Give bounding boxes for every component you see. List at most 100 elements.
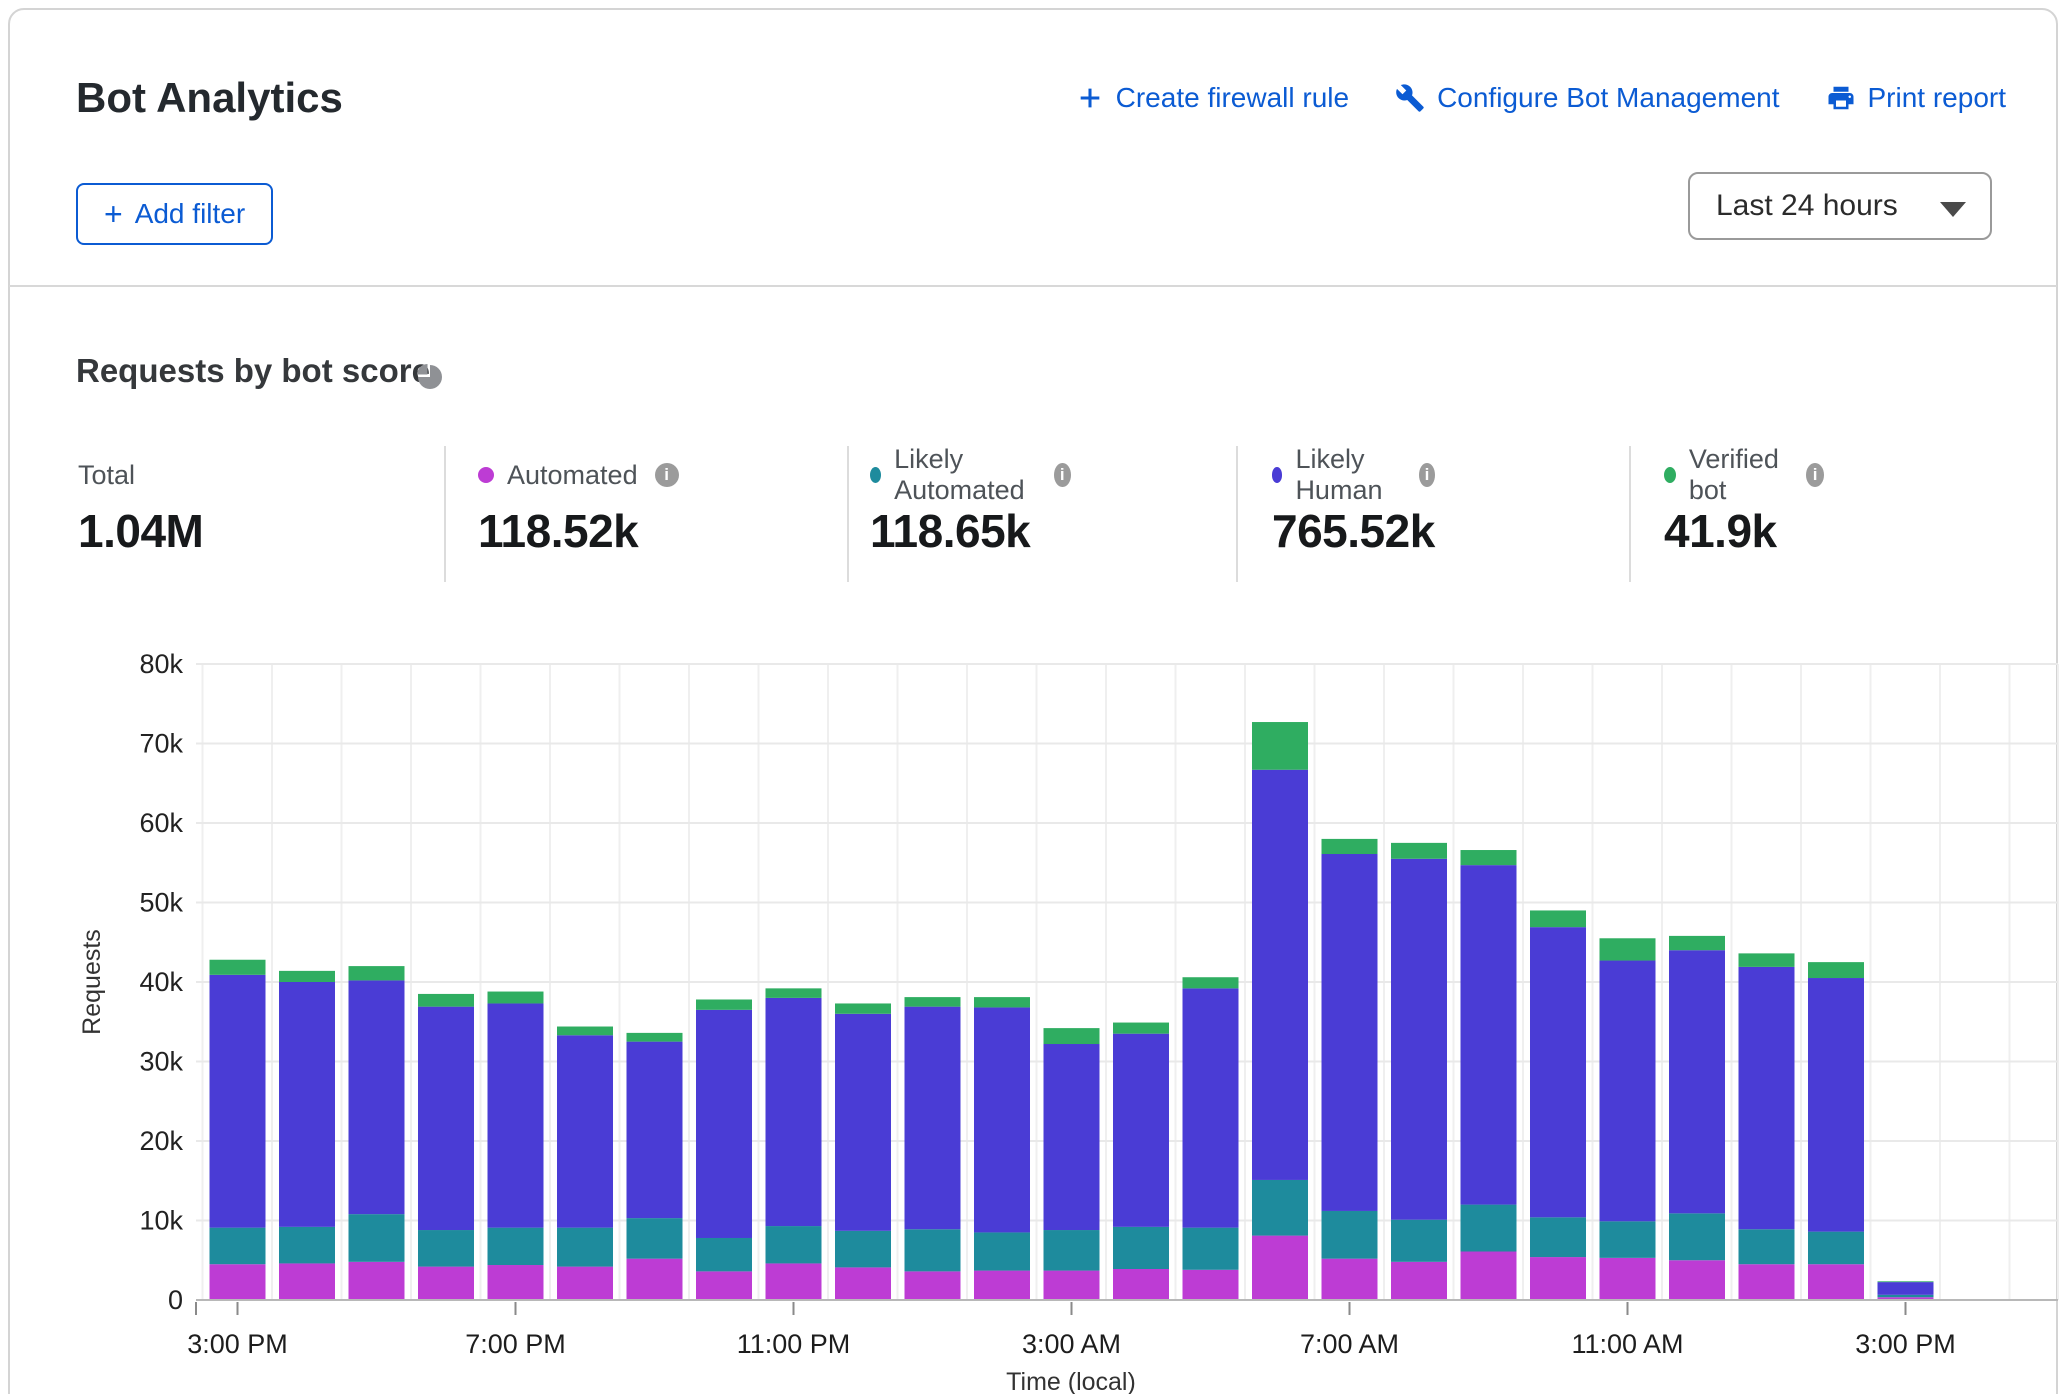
bar-segment-automated[interactable] (1113, 1269, 1169, 1300)
bar-segment-likely-automated[interactable] (488, 1228, 544, 1265)
bar-segment-likely-human[interactable] (1600, 961, 1656, 1222)
bar-segment-verified-bot[interactable] (488, 992, 544, 1004)
bar-segment-verified-bot[interactable] (557, 1027, 613, 1036)
bar-segment-likely-human[interactable] (1044, 1044, 1100, 1230)
bar-segment-likely-human[interactable] (1808, 978, 1864, 1232)
bar-segment-automated[interactable] (418, 1267, 474, 1300)
bar-segment-automated[interactable] (835, 1267, 891, 1300)
bar-segment-likely-automated[interactable] (1669, 1213, 1725, 1260)
bar-segment-likely-automated[interactable] (696, 1238, 752, 1271)
bar-segment-likely-human[interactable] (1113, 1034, 1169, 1227)
bar-segment-automated[interactable] (1391, 1262, 1447, 1300)
bar-segment-likely-automated[interactable] (418, 1230, 474, 1267)
time-range-select[interactable]: Last 24 hours (1688, 172, 1992, 240)
info-icon[interactable]: i (1806, 463, 1824, 487)
bar-segment-likely-human[interactable] (279, 982, 335, 1227)
bar-segment-likely-automated[interactable] (1878, 1295, 1934, 1297)
bar-segment-likely-human[interactable] (349, 980, 405, 1214)
bar-segment-verified-bot[interactable] (1044, 1028, 1100, 1044)
bar-segment-likely-automated[interactable] (1739, 1229, 1795, 1264)
bar-segment-automated[interactable] (1252, 1236, 1308, 1300)
bar-segment-likely-automated[interactable] (766, 1226, 822, 1263)
bar-segment-automated[interactable] (627, 1259, 683, 1300)
bar-segment-likely-automated[interactable] (905, 1229, 961, 1271)
bar-segment-likely-human[interactable] (210, 975, 266, 1228)
bar-segment-verified-bot[interactable] (696, 999, 752, 1009)
bar-segment-automated[interactable] (1739, 1264, 1795, 1300)
bar-segment-verified-bot[interactable] (766, 988, 822, 998)
configure-bot-management-link[interactable]: Configure Bot Management (1395, 82, 1779, 114)
bar-segment-verified-bot[interactable] (279, 971, 335, 982)
bar-segment-likely-automated[interactable] (1113, 1227, 1169, 1269)
bar-segment-automated[interactable] (557, 1267, 613, 1300)
bar-segment-likely-automated[interactable] (1391, 1220, 1447, 1262)
bar-segment-likely-human[interactable] (1461, 865, 1517, 1204)
bar-segment-automated[interactable] (1044, 1271, 1100, 1300)
print-report-link[interactable]: Print report (1826, 82, 2007, 114)
bar-segment-likely-automated[interactable] (627, 1218, 683, 1259)
info-icon[interactable]: i (1054, 463, 1071, 487)
bar-segment-likely-human[interactable] (488, 1003, 544, 1227)
bar-segment-likely-human[interactable] (1669, 950, 1725, 1213)
bar-segment-likely-automated[interactable] (210, 1228, 266, 1265)
bar-segment-verified-bot[interactable] (1808, 962, 1864, 978)
bar-segment-verified-bot[interactable] (349, 966, 405, 980)
bar-segment-verified-bot[interactable] (1391, 843, 1447, 859)
bar-segment-likely-automated[interactable] (1530, 1217, 1586, 1257)
bar-segment-automated[interactable] (1183, 1270, 1239, 1300)
bar-segment-likely-human[interactable] (1252, 770, 1308, 1180)
bar-segment-likely-automated[interactable] (1044, 1230, 1100, 1271)
bar-segment-automated[interactable] (1461, 1252, 1517, 1300)
create-firewall-rule-link[interactable]: Create firewall rule (1076, 82, 1349, 114)
bar-segment-automated[interactable] (1669, 1260, 1725, 1300)
bar-segment-verified-bot[interactable] (1113, 1023, 1169, 1034)
bar-segment-likely-automated[interactable] (835, 1231, 891, 1268)
bar-segment-likely-human[interactable] (1391, 859, 1447, 1220)
bar-segment-likely-automated[interactable] (1183, 1228, 1239, 1270)
bar-segment-verified-bot[interactable] (835, 1003, 891, 1013)
bar-segment-automated[interactable] (1530, 1257, 1586, 1300)
bar-segment-verified-bot[interactable] (1183, 977, 1239, 988)
bar-segment-automated[interactable] (974, 1271, 1030, 1300)
info-icon[interactable]: i (1419, 463, 1435, 487)
add-filter-button[interactable]: + Add filter (76, 183, 273, 245)
bar-segment-automated[interactable] (905, 1271, 961, 1300)
bar-segment-likely-human[interactable] (974, 1007, 1030, 1232)
bar-segment-verified-bot[interactable] (974, 997, 1030, 1007)
bar-segment-likely-human[interactable] (835, 1014, 891, 1231)
bar-segment-automated[interactable] (279, 1263, 335, 1300)
bar-segment-likely-automated[interactable] (1600, 1221, 1656, 1258)
bar-segment-likely-automated[interactable] (1808, 1232, 1864, 1265)
bar-segment-likely-automated[interactable] (1461, 1205, 1517, 1252)
bar-segment-likely-human[interactable] (766, 998, 822, 1226)
bar-segment-likely-human[interactable] (1183, 988, 1239, 1227)
bar-segment-automated[interactable] (488, 1265, 544, 1300)
bar-segment-likely-human[interactable] (1878, 1282, 1934, 1295)
bar-segment-automated[interactable] (349, 1262, 405, 1300)
bar-segment-likely-human[interactable] (1739, 967, 1795, 1229)
bar-segment-automated[interactable] (1808, 1264, 1864, 1300)
bar-segment-automated[interactable] (696, 1271, 752, 1300)
bar-segment-likely-human[interactable] (418, 1007, 474, 1230)
bar-segment-verified-bot[interactable] (1252, 722, 1308, 770)
bar-segment-automated[interactable] (766, 1263, 822, 1300)
bar-segment-likely-automated[interactable] (557, 1228, 613, 1267)
bar-segment-verified-bot[interactable] (1461, 850, 1517, 865)
bar-segment-verified-bot[interactable] (1530, 910, 1586, 927)
bar-segment-verified-bot[interactable] (210, 960, 266, 975)
bar-segment-verified-bot[interactable] (1878, 1281, 1934, 1282)
bar-segment-likely-automated[interactable] (349, 1214, 405, 1262)
bar-segment-verified-bot[interactable] (905, 997, 961, 1007)
bar-segment-likely-human[interactable] (557, 1035, 613, 1227)
bar-segment-likely-human[interactable] (1530, 927, 1586, 1217)
bar-segment-verified-bot[interactable] (1669, 936, 1725, 950)
bar-segment-likely-automated[interactable] (1252, 1180, 1308, 1236)
bar-segment-likely-automated[interactable] (279, 1227, 335, 1264)
bar-segment-automated[interactable] (1322, 1259, 1378, 1300)
bar-segment-verified-bot[interactable] (1739, 953, 1795, 967)
bar-segment-likely-human[interactable] (696, 1010, 752, 1238)
bar-segment-automated[interactable] (1600, 1258, 1656, 1300)
bar-segment-likely-human[interactable] (627, 1042, 683, 1218)
bar-segment-verified-bot[interactable] (627, 1033, 683, 1042)
bar-segment-likely-automated[interactable] (1322, 1211, 1378, 1259)
